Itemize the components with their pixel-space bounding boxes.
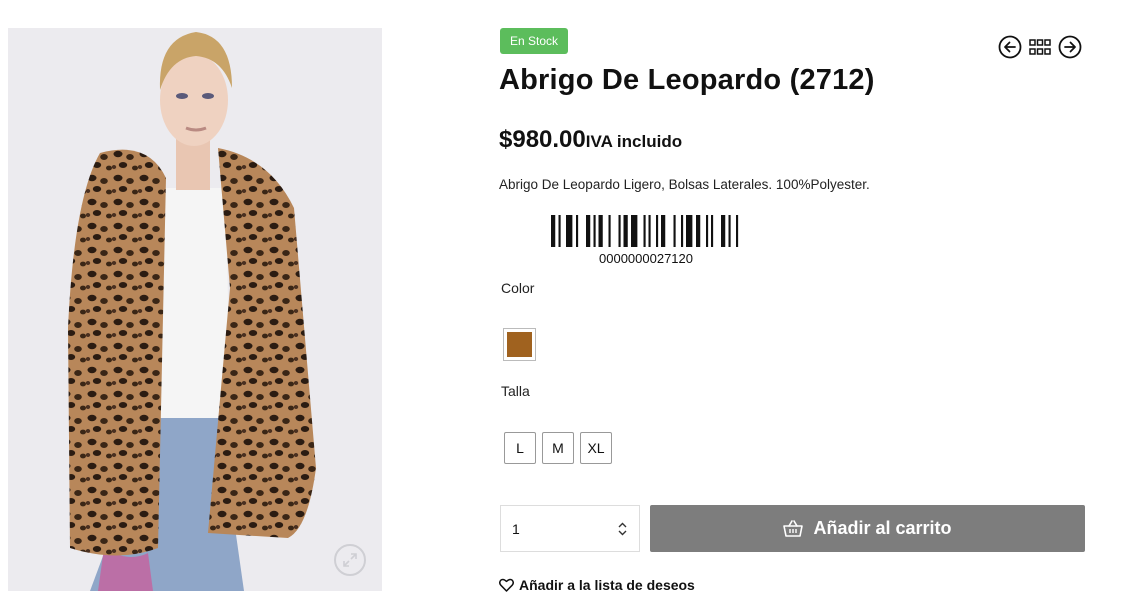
barcode-bar	[631, 215, 638, 247]
barcode-number: 0000000027120	[599, 251, 693, 266]
zoom-button[interactable]	[334, 544, 366, 576]
barcode-bar	[696, 215, 701, 247]
tax-note: IVA incluido	[585, 132, 683, 151]
barcode-bar	[643, 215, 646, 247]
quantity-value[interactable]: 1	[512, 521, 520, 537]
barcode-image	[551, 215, 739, 247]
barcode-bar	[593, 215, 596, 247]
color-swatch[interactable]	[503, 328, 536, 361]
barcode-bar	[576, 215, 579, 247]
chevron-down-icon[interactable]	[618, 530, 627, 536]
color-label: Color	[501, 280, 535, 296]
barcode-bar	[598, 215, 603, 247]
size-option-l[interactable]: L	[504, 432, 536, 464]
barcode-bar	[608, 215, 611, 247]
barcode-bar	[706, 215, 709, 247]
barcode-bar	[566, 215, 573, 247]
next-product-button[interactable]	[1058, 35, 1082, 59]
basket-icon	[783, 519, 804, 537]
product-description: Abrigo De Leopardo Ligero, Bolsas Latera…	[499, 177, 870, 192]
barcode-bar	[623, 215, 628, 247]
size-option-xl[interactable]: XL	[580, 432, 612, 464]
barcode-bar	[586, 215, 591, 247]
product-title: Abrigo De Leopardo (2712)	[499, 64, 875, 96]
size-option-m[interactable]: M	[542, 432, 574, 464]
product-image[interactable]	[8, 28, 382, 591]
expand-icon	[343, 553, 357, 567]
grid-icon	[1029, 39, 1051, 55]
add-to-cart-button[interactable]: Añadir al carrito	[650, 505, 1085, 552]
barcode-bar	[558, 215, 561, 247]
barcode-bar	[656, 215, 659, 247]
product-price: $980.00	[499, 126, 586, 153]
arrow-left-circle-icon	[998, 35, 1022, 59]
wishlist-label: Añadir a la lista de deseos	[519, 577, 695, 593]
barcode-bar	[618, 215, 621, 247]
barcode-bar	[686, 215, 693, 247]
chevron-up-icon[interactable]	[618, 522, 627, 528]
product-photo-illustration	[8, 28, 382, 591]
heart-icon	[499, 578, 514, 592]
barcode-bar	[711, 215, 714, 247]
add-to-wishlist-link[interactable]: Añadir a la lista de deseos	[499, 577, 695, 593]
arrow-right-circle-icon	[1058, 35, 1082, 59]
price-row: $980.00IVA incluido	[499, 126, 682, 154]
barcode-bar	[551, 215, 556, 247]
size-options: L M XL	[504, 432, 612, 464]
add-to-cart-label: Añadir al carrito	[813, 518, 952, 538]
barcode-bar	[728, 215, 731, 247]
products-grid-button[interactable]	[1028, 35, 1052, 59]
quantity-arrows	[618, 522, 627, 536]
barcode-bar	[736, 215, 739, 247]
product-navigation	[998, 35, 1082, 59]
previous-product-button[interactable]	[998, 35, 1022, 59]
color-swatch-fill	[507, 332, 532, 357]
barcode-bar	[721, 215, 726, 247]
barcode-bar	[673, 215, 676, 247]
barcode-bar	[648, 215, 651, 247]
quantity-stepper[interactable]: 1	[500, 505, 640, 552]
stock-badge: En Stock	[500, 28, 569, 54]
barcode-bar	[681, 215, 684, 247]
barcode-bar	[661, 215, 666, 247]
size-label: Talla	[501, 383, 530, 399]
